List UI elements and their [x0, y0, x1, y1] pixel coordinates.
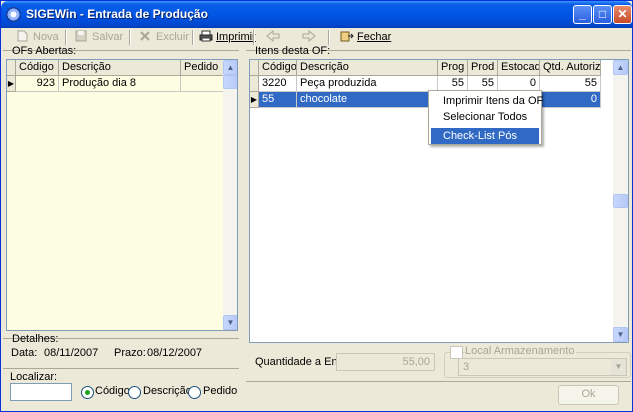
door-exit-icon [340, 30, 354, 42]
toolbar: Nova Salvar Excluir Imprimir Fechar [2, 28, 632, 46]
menu-item-print-items[interactable]: Imprimir Itens da OF [431, 93, 543, 109]
ok-button[interactable]: Ok [558, 385, 619, 405]
delete-x-icon [139, 30, 153, 42]
search-border [3, 368, 239, 369]
toolbar-separator [192, 30, 194, 45]
close-button[interactable]: ✕ [613, 5, 632, 24]
next-button[interactable] [302, 29, 319, 45]
table-cell[interactable]: 0 [540, 92, 601, 108]
details-title: Detalhes: [12, 333, 59, 345]
context-menu: Imprimir Itens da OF Selecionar Todos Ch… [428, 90, 543, 145]
row-indicator: ▶ [7, 76, 16, 92]
storage-select[interactable]: 3 ▼ [458, 358, 627, 376]
column-header-descricao[interactable]: Descrição [59, 60, 181, 76]
table-cell[interactable]: Peça produzida [297, 76, 438, 92]
toolbar-separator [65, 30, 67, 45]
table-cell[interactable]: 3220 [259, 76, 297, 92]
toolbar-separator [129, 30, 131, 45]
radio-pedido[interactable] [188, 386, 201, 399]
column-header-pedido[interactable]: Pedido [181, 60, 224, 76]
row-indicator: ▶ [250, 92, 259, 108]
of-items-title: Itens desta OF: [255, 45, 331, 57]
new-document-icon [16, 30, 30, 42]
save-button[interactable]: Salvar [75, 29, 123, 45]
open-orders-grid[interactable]: Código Descrição Pedido ▶ 923 Produção d… [6, 59, 238, 331]
table-cell[interactable]: chocolate [297, 92, 438, 108]
window-title: SIGEWin - Entrada de Produção [26, 7, 208, 21]
arrow-left-icon [266, 29, 280, 43]
table-cell[interactable]: 55 [259, 92, 297, 108]
close-window-button[interactable]: Fechar [340, 29, 391, 45]
deadline-value: 08/12/2007 [147, 347, 203, 359]
scroll-thumb[interactable] [223, 75, 237, 89]
menu-item-select-all[interactable]: Selecionar Todos [431, 109, 539, 125]
grid-corner [250, 60, 259, 76]
row-indicator [250, 76, 259, 92]
app-icon [6, 7, 21, 22]
column-header-codigo[interactable]: Código [259, 60, 297, 76]
table-cell[interactable]: Produção dia 8 [59, 76, 181, 92]
toolbar-separator [328, 30, 330, 45]
printer-icon [199, 30, 213, 42]
grid-corner [7, 60, 16, 76]
column-header-estocado[interactable]: Estocado [498, 60, 540, 76]
radio-descricao[interactable] [128, 386, 141, 399]
vertical-scrollbar[interactable]: ▲ ▼ [613, 60, 628, 342]
open-orders-title: OFs Abertas: [12, 45, 77, 57]
scroll-thumb[interactable] [613, 194, 628, 208]
vertical-scrollbar[interactable]: ▲ ▼ [223, 60, 237, 330]
main-window: SIGEWin - Entrada de Produção _ □ ✕ Nova… [0, 0, 633, 412]
scroll-up-button[interactable]: ▲ [613, 60, 628, 75]
column-header-descricao[interactable]: Descrição [297, 60, 438, 76]
column-header-prog[interactable]: Prog [438, 60, 468, 76]
menu-item-checklist[interactable]: Check-List Pós [431, 128, 539, 144]
search-input[interactable] [10, 383, 72, 401]
date-label: Data: [11, 347, 38, 359]
storage-select-value: 3 [463, 361, 470, 373]
radio-codigo[interactable] [81, 386, 94, 399]
maximize-button[interactable]: □ [593, 5, 612, 24]
column-header-qtd-autorizado[interactable]: Qtd. Autorizado [540, 60, 601, 76]
title-bar[interactable]: SIGEWin - Entrada de Produção _ □ ✕ [1, 1, 632, 28]
storage-label: Local Armazenamento [465, 345, 577, 357]
deadline-label: Prazo: [114, 347, 146, 359]
scroll-up-button[interactable]: ▲ [223, 60, 237, 75]
arrow-right-icon [302, 29, 316, 43]
quantity-input[interactable]: 55,00 [336, 353, 435, 371]
previous-button[interactable] [266, 29, 283, 45]
column-header-codigo[interactable]: Código [16, 60, 59, 76]
radio-descricao-label[interactable]: Descrição [143, 385, 192, 397]
table-cell[interactable] [181, 76, 224, 92]
toolbar-separator [253, 30, 255, 45]
table-cell[interactable]: 55 [540, 76, 601, 92]
minimize-button[interactable]: _ [573, 5, 592, 24]
chevron-down-icon[interactable]: ▼ [611, 359, 626, 375]
date-value: 08/11/2007 [44, 347, 99, 359]
radio-pedido-label[interactable]: Pedido [203, 385, 237, 397]
delete-button[interactable]: Excluir [139, 29, 189, 45]
new-button[interactable]: Nova [16, 29, 59, 45]
search-label: Localizar: [10, 371, 58, 383]
table-cell[interactable]: 923 [16, 76, 59, 92]
scroll-down-button[interactable]: ▼ [613, 327, 628, 342]
scroll-down-button[interactable]: ▼ [223, 315, 237, 330]
column-header-prod[interactable]: Prod [468, 60, 498, 76]
save-icon [75, 30, 89, 42]
print-button[interactable]: Imprimir [199, 29, 256, 45]
radio-codigo-label[interactable]: Código [95, 385, 130, 397]
bottom-border [246, 381, 631, 382]
